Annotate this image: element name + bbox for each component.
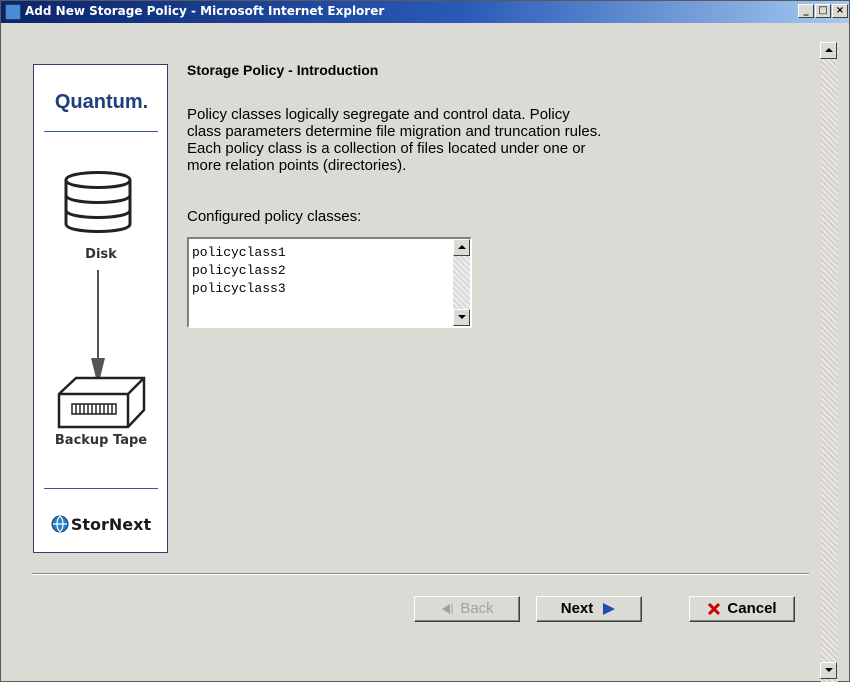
cancel-button[interactable]: Cancel bbox=[689, 596, 795, 622]
x-icon bbox=[708, 602, 721, 616]
list-item[interactable]: policyclass1 bbox=[192, 244, 286, 262]
down-arrow-icon bbox=[91, 270, 105, 386]
listbox-scroll-down-button[interactable] bbox=[453, 309, 470, 326]
ie-window-icon bbox=[5, 4, 21, 20]
scroll-up-button[interactable] bbox=[820, 42, 837, 59]
footer-separator bbox=[32, 573, 809, 575]
scroll-down-button[interactable] bbox=[820, 662, 837, 679]
stornext-text: StorNext bbox=[70, 515, 152, 534]
chevron-up-icon bbox=[824, 48, 833, 52]
listbox-scrollbar[interactable] bbox=[453, 239, 470, 326]
divider bbox=[44, 131, 158, 132]
right-arrow-icon bbox=[603, 603, 616, 616]
minimize-button[interactable]: _ bbox=[798, 4, 814, 18]
quantum-logo: Quantum. bbox=[54, 91, 149, 113]
backup-tape-label: Backup Tape bbox=[54, 433, 148, 448]
next-button[interactable]: Next bbox=[536, 596, 642, 622]
intro-paragraph: Policy classes logically segregate and c… bbox=[187, 106, 747, 174]
list-item[interactable]: policyclass3 bbox=[192, 280, 286, 298]
listbox-scroll-up-button[interactable] bbox=[453, 239, 470, 256]
divider bbox=[44, 488, 158, 489]
left-arrow-icon bbox=[442, 604, 453, 615]
disk-label: Disk bbox=[85, 247, 117, 262]
intro-line: class parameters determine file migratio… bbox=[187, 123, 602, 140]
chevron-up-icon bbox=[457, 245, 466, 249]
maximize-button[interactable]: □ bbox=[815, 4, 831, 18]
intro-line: Policy classes logically segregate and c… bbox=[187, 106, 570, 123]
configured-classes-label: Configured policy classes: bbox=[187, 208, 362, 225]
branding-panel: Quantum. Disk Backup Tape StorNext bbox=[33, 64, 168, 553]
close-button[interactable]: × bbox=[832, 4, 848, 18]
chevron-down-icon bbox=[457, 315, 466, 319]
tape-drive-icon bbox=[57, 376, 146, 429]
list-item[interactable]: policyclass2 bbox=[192, 262, 286, 280]
next-label: Next bbox=[560, 600, 594, 617]
stornext-logo: StorNext bbox=[34, 515, 168, 534]
title-bar[interactable]: Add New Storage Policy - Microsoft Inter… bbox=[1, 1, 849, 23]
chevron-down-icon bbox=[824, 668, 833, 672]
cancel-label: Cancel bbox=[727, 600, 777, 617]
window-title: Add New Storage Policy - Microsoft Inter… bbox=[25, 4, 385, 18]
policy-class-list: policyclass1 policyclass2 policyclass3 bbox=[192, 244, 286, 298]
policy-class-listbox[interactable]: policyclass1 policyclass2 policyclass3 bbox=[187, 237, 472, 328]
page-title: Storage Policy - Introduction bbox=[187, 62, 379, 78]
intro-line: more relation points (directories). bbox=[187, 157, 407, 174]
page-scrollbar-track[interactable] bbox=[821, 42, 838, 682]
back-label: Back bbox=[460, 600, 494, 617]
intro-line: Each policy class is a collection of fil… bbox=[187, 140, 586, 157]
stornext-globe-icon bbox=[51, 515, 69, 533]
back-button[interactable]: Back bbox=[414, 596, 520, 622]
disk-icon bbox=[64, 171, 132, 233]
